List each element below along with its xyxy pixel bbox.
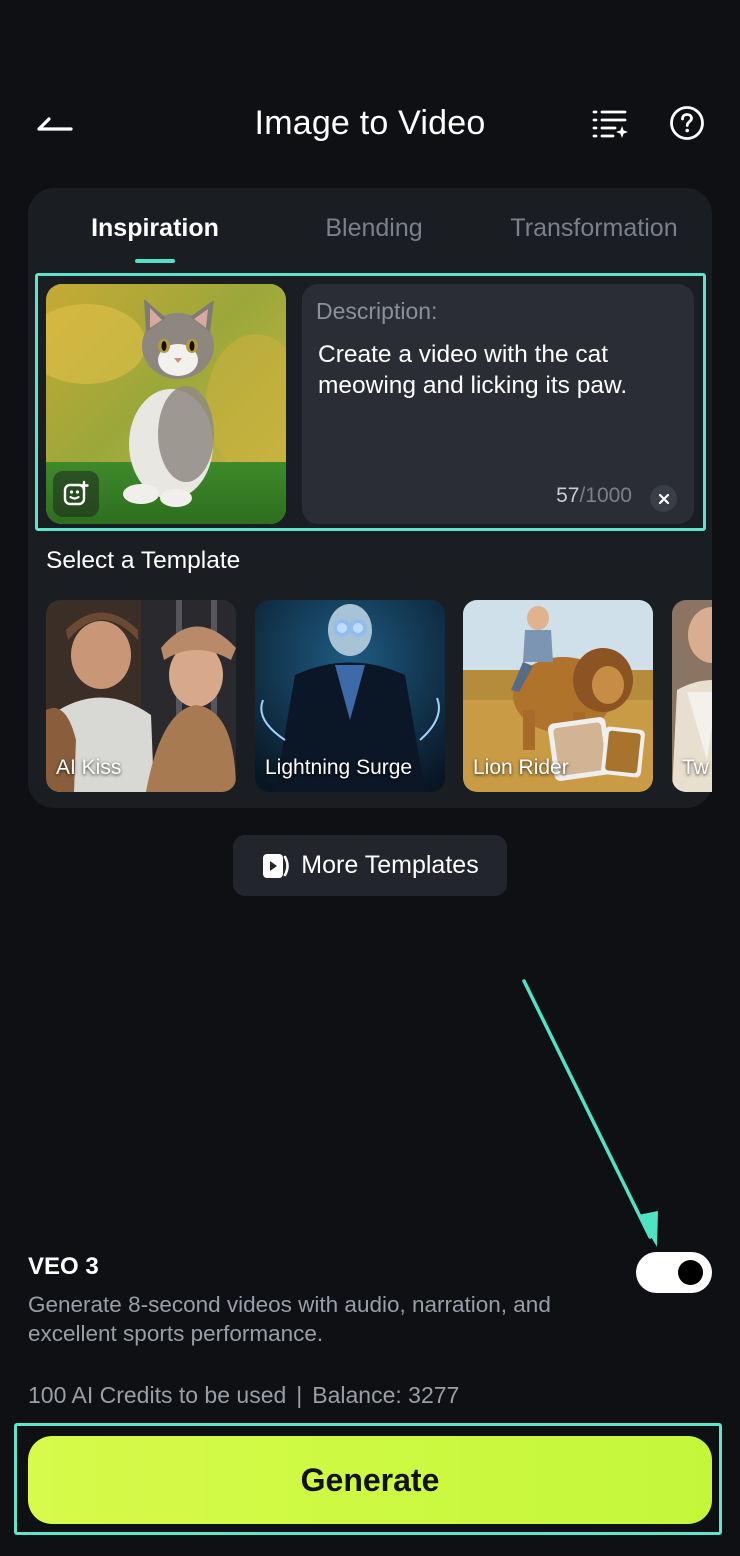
veo-description: Generate 8-second videos with audio, nar…: [28, 1292, 551, 1346]
toggle-knob: [678, 1260, 703, 1285]
tab-blending[interactable]: Blending: [270, 206, 478, 250]
back-button[interactable]: [30, 100, 80, 146]
credits-separator: |: [296, 1382, 303, 1408]
more-templates-label: More Templates: [301, 851, 479, 879]
generate-label: Generate: [300, 1461, 440, 1498]
more-templates-button[interactable]: More Templates: [233, 835, 507, 896]
template-carousel[interactable]: AI Kiss Lightning Surge Lion Rider Tw: [46, 600, 712, 794]
tab-transformation[interactable]: Transformation: [478, 206, 710, 250]
tab-inspiration[interactable]: Inspiration: [40, 206, 270, 250]
template-section-title: Select a Template: [46, 547, 241, 574]
template-ai-kiss[interactable]: AI Kiss: [46, 600, 236, 792]
template-lightning-surge[interactable]: Lightning Surge: [255, 600, 445, 792]
task-list-icon: [592, 110, 628, 138]
template-label: AI Kiss: [56, 756, 122, 779]
task-list-button[interactable]: [585, 100, 635, 146]
credits-usage: 100 AI Credits to be used: [28, 1382, 287, 1408]
active-tab-indicator: [135, 259, 175, 263]
back-arrow-icon: [37, 117, 73, 131]
credits-info: 100 AI Credits to be used | Balance: 3277: [28, 1382, 459, 1409]
veo-title: VEO 3: [28, 1253, 99, 1280]
template-label: Lightning Surge: [265, 756, 413, 779]
veo-toggle[interactable]: [636, 1252, 712, 1293]
video-template-icon: [263, 853, 290, 878]
credits-balance: Balance: 3277: [312, 1382, 460, 1408]
template-label: Lion Rider: [473, 756, 569, 779]
template-label: Tw: [682, 756, 709, 779]
generate-button[interactable]: Generate: [28, 1436, 712, 1524]
template-tw[interactable]: Tw: [672, 600, 712, 792]
annotation-arrow: [522, 979, 658, 1247]
template-lion-rider[interactable]: Lion Rider: [463, 600, 653, 792]
input-highlight-frame: [35, 273, 706, 531]
help-icon: [670, 106, 704, 140]
help-button[interactable]: [664, 100, 710, 146]
